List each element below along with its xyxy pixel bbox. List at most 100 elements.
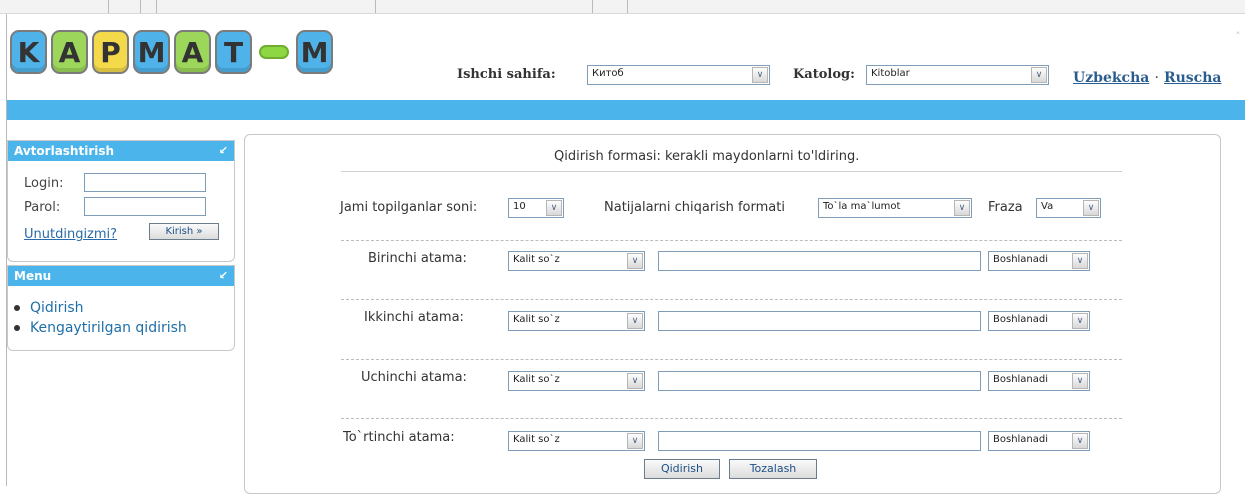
tab-divider bbox=[592, 0, 593, 13]
term-input[interactable] bbox=[658, 251, 981, 271]
login-input[interactable] bbox=[84, 173, 206, 192]
login-label: Login: bbox=[24, 176, 64, 191]
menu-item-advanced-search[interactable]: Kengaytirilgan qidirish bbox=[14, 317, 187, 336]
term-match-value: Boshlanadi bbox=[993, 374, 1049, 385]
term-input[interactable] bbox=[658, 371, 981, 391]
menu-panel-title: Menu ↙ bbox=[8, 266, 234, 286]
clear-button[interactable]: Tozalash bbox=[729, 459, 817, 479]
work-page-value: Китоб bbox=[592, 68, 624, 79]
logo-tile: A bbox=[51, 30, 88, 74]
term-match-value: Boshlanadi bbox=[993, 434, 1049, 445]
logo-tile: M bbox=[296, 30, 333, 74]
chevron-down-icon[interactable]: ∨ bbox=[546, 200, 562, 216]
menu-title-text: Menu bbox=[14, 269, 52, 283]
term-match-select[interactable]: Boshlanadi ∨ bbox=[988, 371, 1090, 391]
chevron-down-icon[interactable]: ∨ bbox=[627, 313, 643, 329]
tab-divider bbox=[140, 0, 141, 13]
phrase-select[interactable]: Va ∨ bbox=[1036, 198, 1101, 218]
menu-item-label: Qidirish bbox=[30, 300, 84, 316]
term-label: Ikkinchi atama: bbox=[364, 310, 464, 325]
form-heading: Qidirish formasi: kerakli maydonlarni to… bbox=[554, 149, 860, 164]
forgot-password-link[interactable]: Unutdingizmi? bbox=[24, 227, 117, 242]
term-label: Uchinchi atama: bbox=[361, 370, 467, 385]
logo-dash bbox=[256, 30, 292, 74]
auth-title-text: Avtorlashtirish bbox=[14, 144, 115, 158]
term-match-value: Boshlanadi bbox=[993, 314, 1049, 325]
output-format-label: Natijalarni chiqarish formati bbox=[604, 200, 785, 215]
lang-uzbek-link[interactable]: Uzbekcha bbox=[1073, 70, 1149, 86]
menu-panel: Menu ↙ Qidirish Kengaytirilgan qidirish bbox=[7, 265, 235, 351]
chevron-down-icon[interactable]: ∨ bbox=[627, 433, 643, 449]
term-match-select[interactable]: Boshlanadi ∨ bbox=[988, 431, 1090, 451]
search-button[interactable]: Qidirish bbox=[644, 459, 720, 479]
tab-divider bbox=[108, 0, 109, 13]
term-match-select[interactable]: Boshlanadi ∨ bbox=[988, 251, 1090, 271]
term-match-select[interactable]: Boshlanadi ∨ bbox=[988, 311, 1090, 331]
chevron-down-icon[interactable]: ∨ bbox=[1072, 313, 1088, 329]
chevron-down-icon[interactable]: ∨ bbox=[1083, 200, 1099, 216]
total-results-value: 10 bbox=[513, 201, 526, 212]
chevron-down-icon[interactable]: ∨ bbox=[954, 200, 970, 216]
total-results-select[interactable]: 10 ∨ bbox=[508, 198, 564, 218]
catalog-label: Katolog: bbox=[793, 67, 855, 82]
term-match-value: Boshlanadi bbox=[993, 254, 1049, 265]
chevron-down-icon[interactable]: ∨ bbox=[752, 67, 768, 83]
lang-russian-link[interactable]: Ruscha bbox=[1164, 70, 1221, 86]
site-logo[interactable]: K A P M A T M bbox=[10, 30, 333, 74]
chevron-down-icon[interactable]: ∨ bbox=[1072, 373, 1088, 389]
tab-divider bbox=[156, 0, 157, 13]
password-label: Parol: bbox=[24, 200, 61, 215]
term-label: To`rtinchi atama: bbox=[343, 430, 455, 445]
logo-tile: K bbox=[10, 30, 47, 74]
chevron-down-icon[interactable]: ∨ bbox=[627, 253, 643, 269]
auth-panel-title: Avtorlashtirish ↙ bbox=[8, 141, 234, 161]
chevron-down-icon[interactable]: ∨ bbox=[1031, 67, 1047, 83]
work-page-label: Ishchi sahifa: bbox=[457, 67, 556, 82]
chevron-down-icon[interactable]: ∨ bbox=[1072, 253, 1088, 269]
row-divider bbox=[341, 359, 1122, 360]
output-format-value: To`la ma`lumot bbox=[823, 201, 901, 212]
chevron-down-icon[interactable]: ∨ bbox=[627, 373, 643, 389]
bullet-icon bbox=[14, 304, 20, 311]
lang-separator: · bbox=[1154, 70, 1159, 86]
auth-panel: Avtorlashtirish ↙ Login: Parol: Unutding… bbox=[7, 140, 235, 262]
total-results-label: Jami topilganlar soni: bbox=[340, 200, 478, 215]
term-field-value: Kalit so`z bbox=[513, 314, 560, 325]
logo-tile: A bbox=[174, 30, 211, 74]
row-divider bbox=[341, 240, 1122, 241]
term-field-value: Kalit so`z bbox=[513, 254, 560, 265]
work-page-select[interactable]: Китоб ∨ bbox=[587, 65, 770, 85]
chevron-down-icon[interactable]: ∨ bbox=[1072, 433, 1088, 449]
row-divider bbox=[341, 418, 1122, 419]
phrase-label: Fraza bbox=[988, 200, 1023, 215]
term-field-select[interactable]: Kalit so`z ∨ bbox=[508, 251, 645, 271]
term-input[interactable] bbox=[658, 311, 981, 331]
menu-item-search[interactable]: Qidirish bbox=[14, 297, 84, 316]
header-bar bbox=[7, 100, 1245, 120]
catalog-select[interactable]: Kitoblar ∨ bbox=[866, 65, 1049, 85]
tab-divider bbox=[375, 0, 376, 13]
output-format-select[interactable]: To`la ma`lumot ∨ bbox=[818, 198, 972, 218]
logo-tile: T bbox=[215, 30, 252, 74]
catalog-value: Kitoblar bbox=[871, 68, 910, 79]
term-field-value: Kalit so`z bbox=[513, 434, 560, 445]
term-input[interactable] bbox=[658, 431, 981, 451]
phrase-value: Va bbox=[1041, 201, 1054, 212]
term-label: Birinchi atama: bbox=[368, 251, 467, 266]
password-input[interactable] bbox=[84, 197, 206, 216]
arrow-down-left-icon[interactable]: ↙ bbox=[219, 269, 228, 282]
divider bbox=[341, 171, 1122, 172]
bullet-icon bbox=[14, 324, 20, 331]
term-field-select[interactable]: Kalit so`z ∨ bbox=[508, 311, 645, 331]
search-form-panel: Qidirish formasi: kerakli maydonlarni to… bbox=[244, 134, 1221, 494]
term-field-select[interactable]: Kalit so`z ∨ bbox=[508, 371, 645, 391]
tab-divider bbox=[627, 0, 628, 13]
term-field-value: Kalit so`z bbox=[513, 374, 560, 385]
row-divider bbox=[341, 299, 1122, 300]
logo-tile: P bbox=[92, 30, 129, 74]
scroll-up-icon[interactable]: ˄ bbox=[1231, 30, 1245, 60]
term-field-select[interactable]: Kalit so`z ∨ bbox=[508, 431, 645, 451]
arrow-down-left-icon[interactable]: ↙ bbox=[219, 144, 228, 157]
browser-tab-strip bbox=[0, 0, 1245, 14]
login-button[interactable]: Kirish » bbox=[149, 223, 219, 240]
